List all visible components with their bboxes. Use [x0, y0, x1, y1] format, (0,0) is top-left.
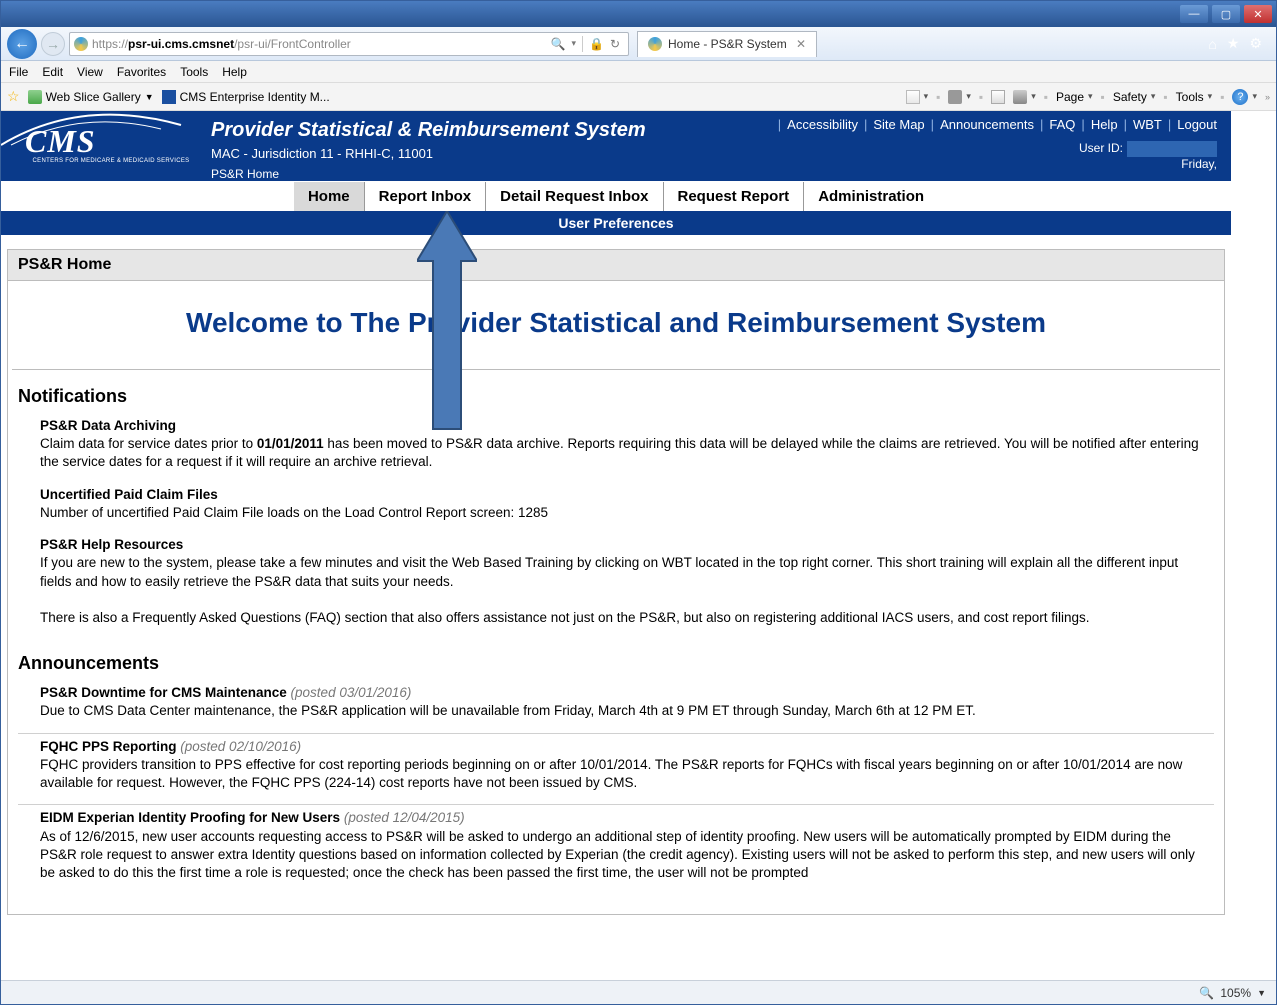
favorites-icon[interactable]: ★ [1227, 35, 1240, 52]
search-icon[interactable]: 🔍 [551, 37, 566, 51]
notification-item: PS&R Data Archiving Claim data for servi… [8, 413, 1224, 482]
date-label: Friday, [1079, 157, 1217, 171]
zoom-dropdown-icon[interactable]: ▼ [1257, 988, 1266, 998]
sub-nav-user-prefs[interactable]: User Preferences [1, 211, 1231, 235]
cmd-print[interactable] [1013, 90, 1036, 104]
header-links: |Accessibility |Site Map |Announcements … [778, 117, 1217, 132]
print-icon [1013, 90, 1027, 104]
cmd-help[interactable]: ? [1232, 89, 1257, 105]
cms-fav-icon [162, 90, 176, 104]
user-info: User ID: Friday, [1079, 141, 1217, 171]
nav-home[interactable]: Home [294, 182, 365, 211]
add-favorite-icon[interactable]: ☆ [7, 88, 20, 105]
ie-icon [648, 37, 662, 51]
address-controls: 🔍▾ 🔒 ↻ [547, 36, 625, 52]
cms-logo: CMS CENTERS FOR MEDICARE & MEDICAID SERV… [1, 111, 211, 181]
ie-icon [74, 37, 88, 51]
link-sitemap[interactable]: Site Map [873, 117, 924, 132]
cmd-feeds[interactable] [948, 90, 971, 104]
notification-item: PS&R Help Resources If you are new to th… [8, 532, 1224, 637]
link-faq[interactable]: FAQ [1049, 117, 1075, 132]
browser-navbar: ← → https://psr-ui.cms.cmsnet/psr-ui/Fro… [1, 27, 1276, 61]
zoom-level[interactable]: 105% [1220, 986, 1251, 1000]
home-icon[interactable]: ⌂ [1208, 36, 1216, 52]
arrow-right-icon: → [46, 36, 60, 52]
zoom-icon[interactable]: 🔍 [1199, 986, 1214, 1000]
announcement-item: EIDM Experian Identity Proofing for New … [18, 805, 1214, 894]
window-minimize-button[interactable]: — [1180, 5, 1208, 23]
link-accessibility[interactable]: Accessibility [787, 117, 858, 132]
main-nav: Home Report Inbox Detail Request Inbox R… [1, 181, 1231, 211]
lock-icon: 🔒 [589, 37, 604, 51]
cmd-home[interactable] [906, 90, 929, 104]
announcements-heading: Announcements [8, 637, 1224, 680]
menu-bar: File Edit View Favorites Tools Help [1, 61, 1276, 83]
menu-edit[interactable]: Edit [42, 65, 63, 79]
menu-view[interactable]: View [77, 65, 103, 79]
nav-request-report[interactable]: Request Report [664, 182, 805, 211]
window-tools: ⌂ ★ ⚙ [1200, 35, 1270, 52]
cms-page: CMS CENTERS FOR MEDICARE & MEDICAID SERV… [1, 111, 1231, 980]
window-maximize-button[interactable]: ▢ [1212, 5, 1240, 23]
announcement-item: PS&R Downtime for CMS Maintenance (poste… [18, 680, 1214, 733]
cmd-safety[interactable]: Safety [1113, 90, 1156, 104]
fav-cms-identity[interactable]: CMS Enterprise Identity M... [162, 90, 330, 104]
tab-close-icon[interactable]: ✕ [796, 37, 806, 51]
window-close-button[interactable]: ✕ [1244, 5, 1272, 23]
back-button[interactable]: ← [7, 29, 37, 59]
cmd-page[interactable]: Page [1056, 90, 1093, 104]
logo-arc-icon [1, 111, 191, 155]
user-id-redacted [1127, 141, 1217, 157]
forward-button[interactable]: → [41, 32, 65, 56]
section-title: PS&R Home [7, 249, 1225, 281]
notifications-heading: Notifications [8, 370, 1224, 413]
browser-window: — ▢ ✕ ← → https://psr-ui.cms.cmsnet/psr-… [0, 0, 1277, 1005]
nav-detail-request-inbox[interactable]: Detail Request Inbox [486, 182, 663, 211]
menu-help[interactable]: Help [222, 65, 247, 79]
tab-title: Home - PS&R System [668, 37, 787, 51]
content-area: PS&R Home Welcome to The Provider Statis… [1, 249, 1231, 915]
link-help[interactable]: Help [1091, 117, 1118, 132]
link-wbt[interactable]: WBT [1133, 117, 1162, 132]
refresh-icon[interactable]: ↻ [610, 37, 620, 51]
cmd-tools[interactable]: Tools [1176, 90, 1213, 104]
browser-tab[interactable]: Home - PS&R System ✕ [637, 31, 817, 57]
tab-strip: Home - PS&R System ✕ [637, 31, 1196, 57]
nav-report-inbox[interactable]: Report Inbox [365, 182, 487, 211]
announcement-item: FQHC PPS Reporting (posted 02/10/2016) F… [18, 734, 1214, 806]
nav-administration[interactable]: Administration [804, 182, 938, 211]
window-titlebar: — ▢ ✕ [1, 1, 1276, 27]
help-icon: ? [1232, 89, 1248, 105]
notification-item: Uncertified Paid Claim Files Number of u… [8, 482, 1224, 532]
welcome-heading: Welcome to The Provider Statistical and … [12, 281, 1220, 370]
menu-tools[interactable]: Tools [180, 65, 208, 79]
arrow-left-icon: ← [14, 35, 30, 53]
mail-icon [991, 90, 1005, 104]
menu-favorites[interactable]: Favorites [117, 65, 166, 79]
favorites-bar: ☆ Web Slice Gallery ▼ CMS Enterprise Ide… [1, 83, 1276, 111]
status-bar: 🔍 105% ▼ [1, 980, 1276, 1004]
cms-header: CMS CENTERS FOR MEDICARE & MEDICAID SERV… [1, 111, 1231, 235]
url-text: https://psr-ui.cms.cmsnet/psr-ui/FrontCo… [92, 37, 543, 51]
settings-icon[interactable]: ⚙ [1249, 35, 1262, 52]
link-logout[interactable]: Logout [1177, 117, 1217, 132]
link-announcements[interactable]: Announcements [940, 117, 1034, 132]
fav-web-slice[interactable]: Web Slice Gallery ▼ [28, 90, 154, 104]
home-page-icon [906, 90, 920, 104]
cmd-mail[interactable] [991, 90, 1005, 104]
feed-icon [948, 90, 962, 104]
menu-file[interactable]: File [9, 65, 28, 79]
webslice-icon [28, 90, 42, 104]
address-bar[interactable]: https://psr-ui.cms.cmsnet/psr-ui/FrontCo… [69, 32, 629, 56]
page-viewport[interactable]: CMS CENTERS FOR MEDICARE & MEDICAID SERV… [1, 111, 1276, 980]
